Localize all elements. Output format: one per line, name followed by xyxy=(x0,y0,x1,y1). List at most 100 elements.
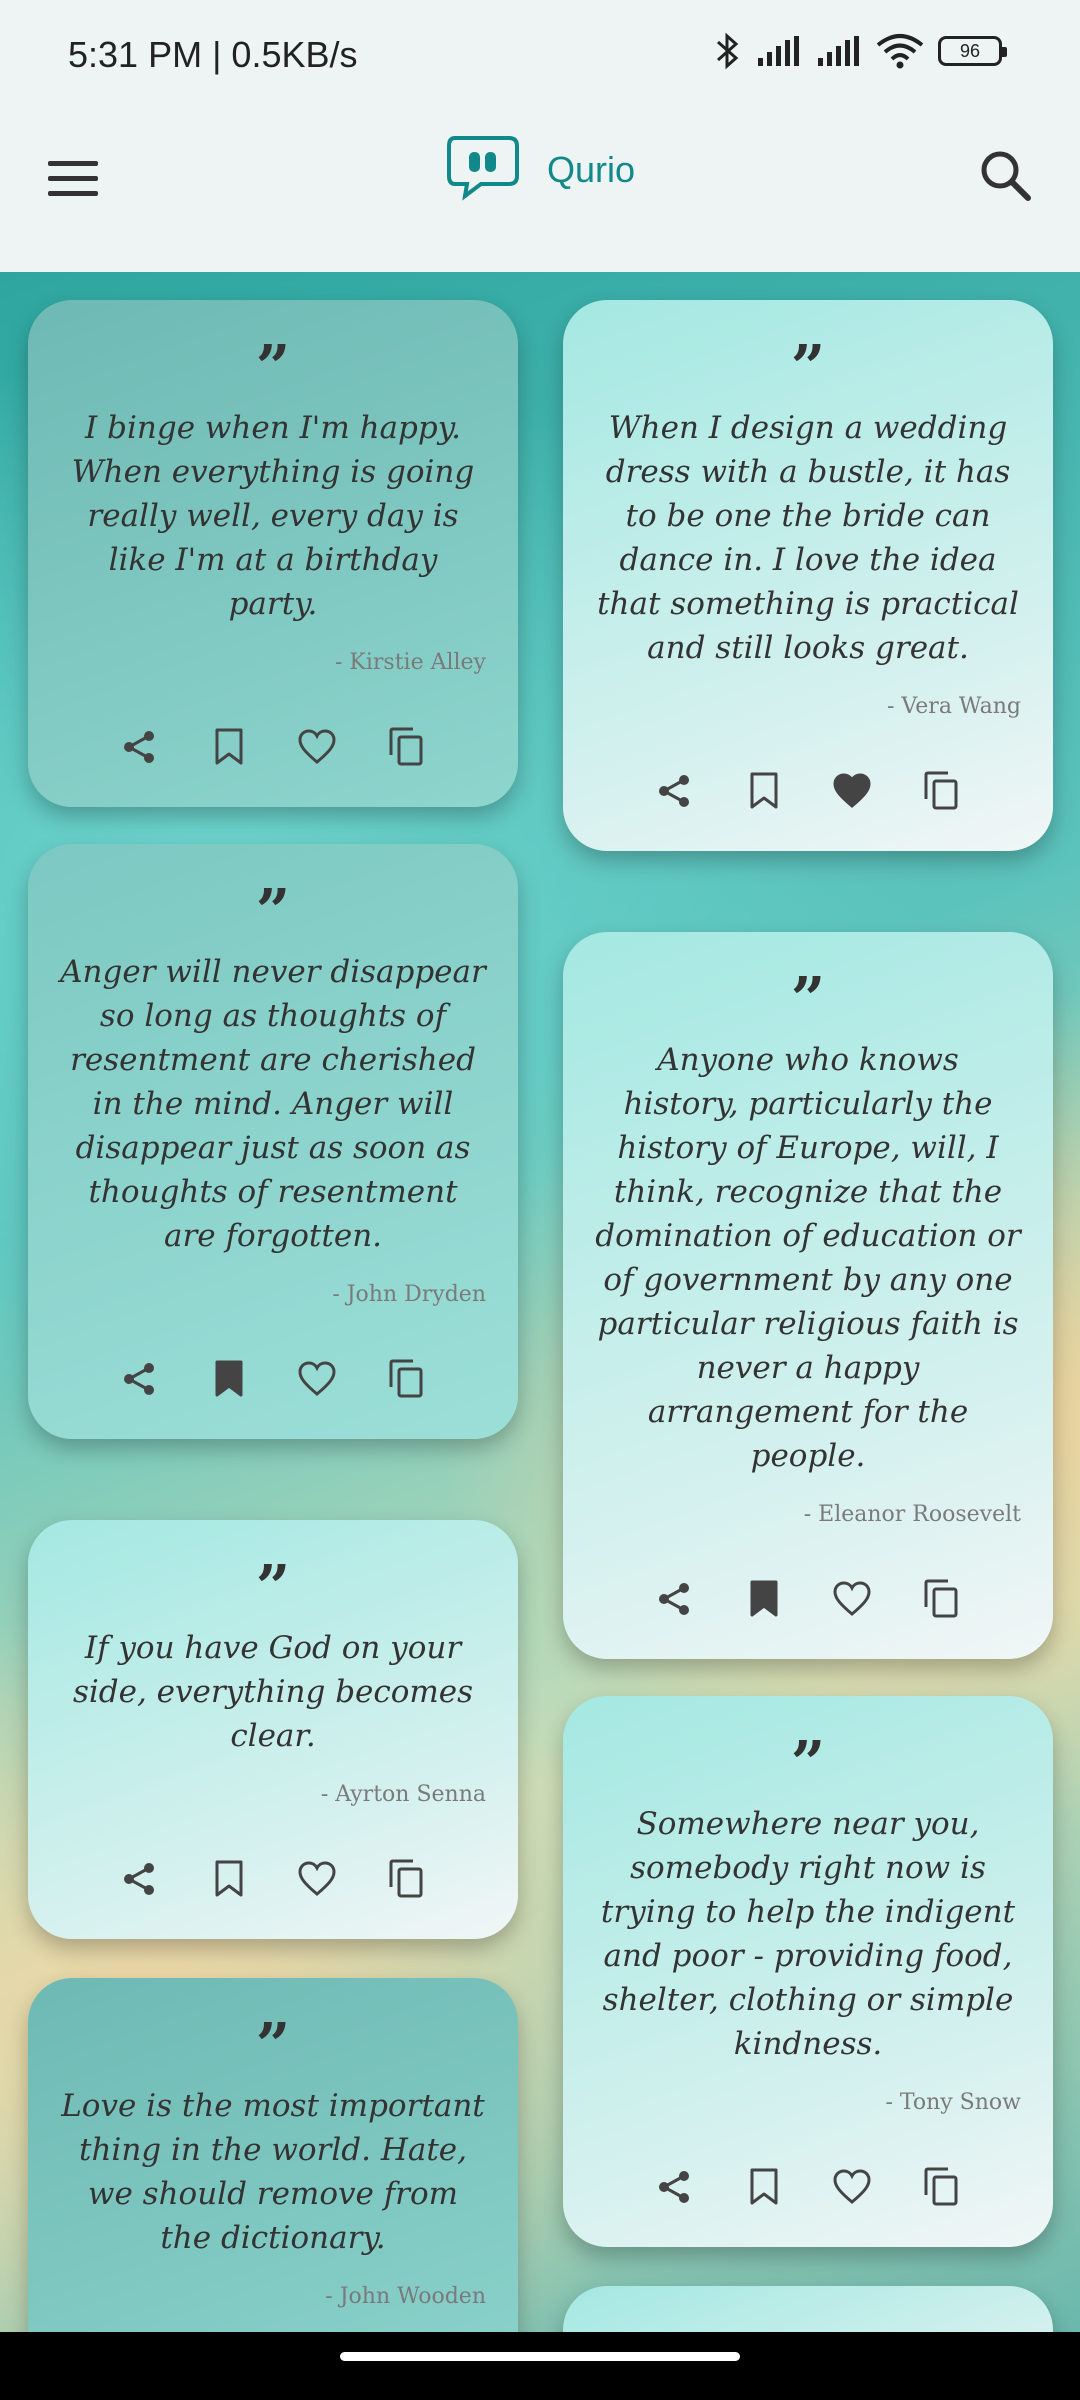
share-button[interactable] xyxy=(651,2163,699,2211)
bookmark-icon xyxy=(213,1859,245,1899)
search-icon xyxy=(981,151,1031,201)
battery-level: 96 xyxy=(959,40,981,61)
quote-text[interactable]: I binge when I'm happy. When everything … xyxy=(60,406,486,626)
quote-feed[interactable]: ” I binge when I'm happy. When everything… xyxy=(0,272,1080,2332)
quote-card: ” Somewhere near you, somebody right now … xyxy=(563,1696,1053,2247)
like-button[interactable] xyxy=(293,1355,341,1403)
quote-card: ” I binge when I'm happy. When everything… xyxy=(28,300,518,807)
copy-button[interactable] xyxy=(382,1355,430,1403)
quote-author: - John Wooden xyxy=(325,2284,486,2309)
quote-card: ” Anger will never disappear so long as t… xyxy=(28,844,518,1439)
bookmark-filled-icon xyxy=(213,1359,245,1399)
like-button[interactable] xyxy=(828,1575,876,1623)
like-button[interactable] xyxy=(293,723,341,771)
quote-card: ” Anyone who knows history, particularly … xyxy=(563,932,1053,1659)
home-indicator[interactable] xyxy=(340,2352,740,2361)
bookmark-button[interactable] xyxy=(740,1575,788,1623)
share-icon xyxy=(656,772,694,810)
bookmark-filled-icon xyxy=(748,1579,780,1619)
bookmark-icon xyxy=(213,727,245,767)
share-icon xyxy=(656,1580,694,1618)
share-icon xyxy=(656,2168,694,2206)
share-button[interactable] xyxy=(116,1355,164,1403)
quote-actions xyxy=(60,723,486,771)
share-icon xyxy=(121,1860,159,1898)
copy-icon xyxy=(387,1859,425,1899)
quote-author: - Ayrton Senna xyxy=(320,1782,486,1807)
quote-author: - Kirstie Alley xyxy=(334,650,486,675)
quote-mark-icon: ” xyxy=(790,965,826,1035)
bookmark-button[interactable] xyxy=(740,767,788,815)
wifi-icon xyxy=(876,33,924,69)
like-button[interactable] xyxy=(293,1855,341,1903)
heart-icon xyxy=(832,1581,872,1617)
quote-actions xyxy=(595,1575,1021,1623)
app-bar: Qurio xyxy=(0,118,1080,272)
heart-icon xyxy=(297,1361,337,1397)
like-button[interactable] xyxy=(828,767,876,815)
share-button[interactable] xyxy=(651,767,699,815)
status-time: 5:31 PM | 0.5KB/s xyxy=(68,34,358,75)
quote-mark-icon: ” xyxy=(255,333,291,403)
quote-mark-icon: ” xyxy=(790,333,826,403)
quote-card: ” Love is the most important thing in the… xyxy=(28,1978,518,2332)
copy-button[interactable] xyxy=(917,767,965,815)
quote-actions xyxy=(595,767,1021,815)
quote-text[interactable]: Somewhere near you, somebody right now i… xyxy=(595,1802,1021,2066)
heart-icon xyxy=(832,2169,872,2205)
quote-actions xyxy=(595,2163,1021,2211)
menu-icon-bar xyxy=(48,190,98,196)
quote-text[interactable]: When I design a wedding dress with a bus… xyxy=(595,406,1021,670)
quote-actions xyxy=(60,1855,486,1903)
quote-actions xyxy=(60,1355,486,1403)
share-button[interactable] xyxy=(651,1575,699,1623)
copy-button[interactable] xyxy=(917,1575,965,1623)
bookmark-button[interactable] xyxy=(205,1855,253,1903)
copy-icon xyxy=(387,727,425,767)
bookmark-button[interactable] xyxy=(205,723,253,771)
quote-card-partial xyxy=(563,2286,1053,2332)
signal-icon-2 xyxy=(816,34,862,68)
heart-filled-icon xyxy=(832,773,872,809)
quote-text[interactable]: Love is the most important thing in the … xyxy=(60,2084,486,2260)
share-icon xyxy=(121,1360,159,1398)
signal-icon xyxy=(756,34,802,68)
copy-button[interactable] xyxy=(382,1855,430,1903)
app-title: Qurio xyxy=(547,149,636,190)
quote-text[interactable]: Anyone who knows history, particularly t… xyxy=(595,1038,1021,1478)
bookmark-icon xyxy=(748,771,780,811)
bookmark-icon xyxy=(748,2167,780,2207)
heart-icon xyxy=(297,1861,337,1897)
menu-icon-bar xyxy=(48,160,98,166)
copy-icon xyxy=(922,2167,960,2207)
quote-author: - Vera Wang xyxy=(886,694,1021,719)
search-button[interactable] xyxy=(972,142,1042,212)
copy-button[interactable] xyxy=(917,2163,965,2211)
quote-card: ” If you have God on your side, everythin… xyxy=(28,1520,518,1939)
bookmark-button[interactable] xyxy=(205,1355,253,1403)
quote-mark-icon: ” xyxy=(790,1729,826,1799)
quote-mark-icon: ” xyxy=(255,1553,291,1623)
quote-mark-icon: ” xyxy=(255,2011,291,2081)
share-button[interactable] xyxy=(116,723,164,771)
quote-text[interactable]: If you have God on your side, everything… xyxy=(60,1626,486,1758)
copy-icon xyxy=(922,1579,960,1619)
quote-author: - Tony Snow xyxy=(885,2090,1021,2115)
quote-text[interactable]: Anger will never disappear so long as th… xyxy=(60,950,486,1258)
bookmark-button[interactable] xyxy=(740,2163,788,2211)
status-icons: 96 xyxy=(714,32,1007,70)
share-icon xyxy=(121,728,159,766)
like-button[interactable] xyxy=(828,2163,876,2211)
status-bar: 5:31 PM | 0.5KB/s 96 xyxy=(0,0,1080,118)
menu-icon-bar xyxy=(48,175,98,181)
quote-card: ” When I design a wedding dress with a bu… xyxy=(563,300,1053,851)
menu-button[interactable] xyxy=(48,148,108,208)
app-logo-icon xyxy=(445,130,525,210)
copy-button[interactable] xyxy=(382,723,430,771)
quote-mark-icon: ” xyxy=(255,877,291,947)
share-button[interactable] xyxy=(116,1855,164,1903)
quote-author: - Eleanor Roosevelt xyxy=(803,1502,1021,1527)
heart-icon xyxy=(297,729,337,765)
app-brand: Qurio xyxy=(445,130,635,210)
bluetooth-icon xyxy=(714,32,742,70)
